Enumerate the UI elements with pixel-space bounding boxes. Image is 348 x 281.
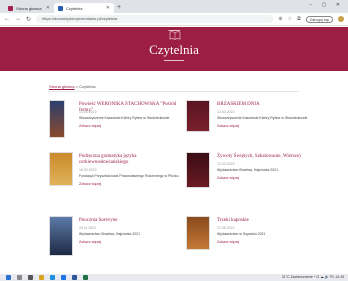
breadcrumb-current: Czytelnia [79, 84, 96, 89]
extensions-icon[interactable]: ⧉ [297, 16, 301, 22]
read-more-link[interactable]: Zobacz więcej [217, 124, 239, 128]
tab-label: Strona główna [16, 5, 42, 11]
site-header: Czytelnia [0, 27, 348, 71]
article-date: 12.03.2022 [217, 162, 235, 166]
excel-app-icon[interactable] [83, 275, 88, 280]
read-more-link[interactable]: Zobacz więcej [79, 240, 101, 244]
book-cover-image[interactable] [186, 100, 210, 132]
star-icon[interactable]: ☆ [288, 16, 292, 22]
article-title-link[interactable]: Poucznia Sorevyne [79, 218, 179, 224]
breadcrumb-divider [49, 91, 299, 92]
article-publisher: Fundacja Przyszłościowa Prawosławnego Ro… [79, 174, 179, 178]
system-tray[interactable]: 21°C Zachmurzenie ^ ⊡ ☁ 🔊 PL 14:15 [282, 275, 344, 279]
read-more-link[interactable]: Zobacz więcej [217, 176, 239, 180]
breadcrumb-home-link[interactable]: Strona główna [49, 84, 75, 89]
file-explorer-icon[interactable] [39, 275, 44, 280]
article-card: Podręczna gramatyka języka cerkiewnosłow… [49, 152, 179, 204]
breadcrumb: Strona główna > Czytelnia [49, 84, 96, 89]
browser-toolbar: ← → ↻ https://domowydomprzemianiu.pl/czy… [0, 13, 348, 26]
book-cover-image[interactable] [49, 100, 65, 138]
site-favicon-icon [8, 5, 13, 11]
close-tab-icon[interactable]: ✕ [46, 5, 50, 11]
article-title-link[interactable]: Żywoty Świętych, Szkalowanie, Wiersze) [217, 154, 317, 160]
article-title-link[interactable]: Trzeki kaposkie [217, 218, 317, 224]
read-more-link[interactable]: Zobacz więcej [79, 124, 101, 128]
close-tab-icon[interactable]: ✕ [106, 5, 110, 11]
task-view-icon[interactable] [28, 275, 33, 280]
article-publisher: Wydawnictwo Bractwa, Hajnówka 2021 [79, 232, 141, 236]
tab-label: Czytelnia [66, 5, 83, 11]
article-card: Żywoty Świętych, Szkalowanie, Wiersze) 1… [186, 152, 316, 204]
book-cover-image[interactable] [186, 152, 210, 188]
article-date: 15.03.2022 [79, 168, 97, 172]
back-arrow-icon[interactable]: ← [4, 16, 10, 22]
read-more-link[interactable]: Zobacz więcej [217, 240, 239, 244]
article-title-link[interactable]: Podręczna gramatyka języka cerkiewnosłow… [79, 154, 174, 166]
browser-tab-home[interactable]: Strona główna ✕ [4, 3, 54, 13]
breadcrumb-separator: > [75, 84, 79, 89]
article-title-link[interactable]: BRZASKIEM DNIA [217, 102, 317, 108]
browser-tab-czytelnia[interactable]: Czytelnia ✕ [54, 3, 114, 13]
article-card: Poucznia Sorevyne 09.11.2021 Wydawnictwo… [49, 216, 179, 268]
book-cover-image[interactable] [186, 216, 210, 250]
read-more-link[interactable]: Zobacz więcej [79, 182, 101, 186]
start-menu-icon[interactable] [6, 275, 11, 280]
book-cover-image[interactable] [49, 152, 73, 186]
article-date: 09.11.2021 [79, 226, 97, 230]
search-icon[interactable] [17, 275, 22, 280]
site-favicon-icon [58, 5, 63, 11]
new-tab-button[interactable]: + [117, 3, 121, 13]
title-divider [164, 60, 184, 61]
forward-arrow-icon[interactable]: → [15, 16, 21, 22]
page-title: Czytelnia [149, 42, 199, 57]
profile-avatar[interactable] [338, 16, 344, 22]
article-publisher: Stowarzyszenie Kaszubski Kiebry Rybne w … [79, 116, 170, 120]
address-bar-input[interactable]: https://domowydomprzemianiu.pl/czytelnia [36, 15, 274, 23]
article-date: 13.03.2022 [79, 110, 97, 114]
article-date: 27.08.2021 [217, 226, 235, 230]
window-controls[interactable]: – ▢ ✕ [310, 2, 344, 8]
article-publisher: Stowarzyszenie Kaszubski Kiebry Rybne w … [217, 116, 308, 120]
reload-icon[interactable]: ↻ [26, 16, 31, 23]
article-card: Trzeki kaposkie 27.08.2021 Wydawnictwo w… [186, 216, 316, 268]
chrome-browser-icon[interactable] [61, 275, 66, 280]
book-cover-image[interactable] [49, 216, 73, 256]
word-app-icon[interactable] [72, 275, 77, 280]
zoom-icon[interactable]: ⊕ [278, 16, 282, 22]
article-publisher: Wydawnictwo Bractwa, Hajnówka 2021 [217, 168, 279, 172]
article-card: BRZASKIEM DNIA 13.03.2022 Stowarzyszenie… [186, 100, 316, 152]
browser-tab-bar: Strona główna ✕ Czytelnia ✕ + – ▢ ✕ [0, 0, 348, 13]
book-logo-icon [168, 30, 181, 40]
os-taskbar: 21°C Zachmurzenie ^ ⊡ ☁ 🔊 PL 14:15 [0, 274, 348, 281]
edge-browser-icon[interactable] [50, 275, 55, 280]
article-date: 13.03.2022 [217, 110, 235, 114]
article-card: Powieść WERONIKA STACHOWSKA "Pośród ferm… [49, 100, 179, 152]
sign-in-button[interactable]: Zaloguj się [305, 15, 333, 23]
article-publisher: Wydawnictwo w Supraślu 2021 [217, 232, 266, 236]
